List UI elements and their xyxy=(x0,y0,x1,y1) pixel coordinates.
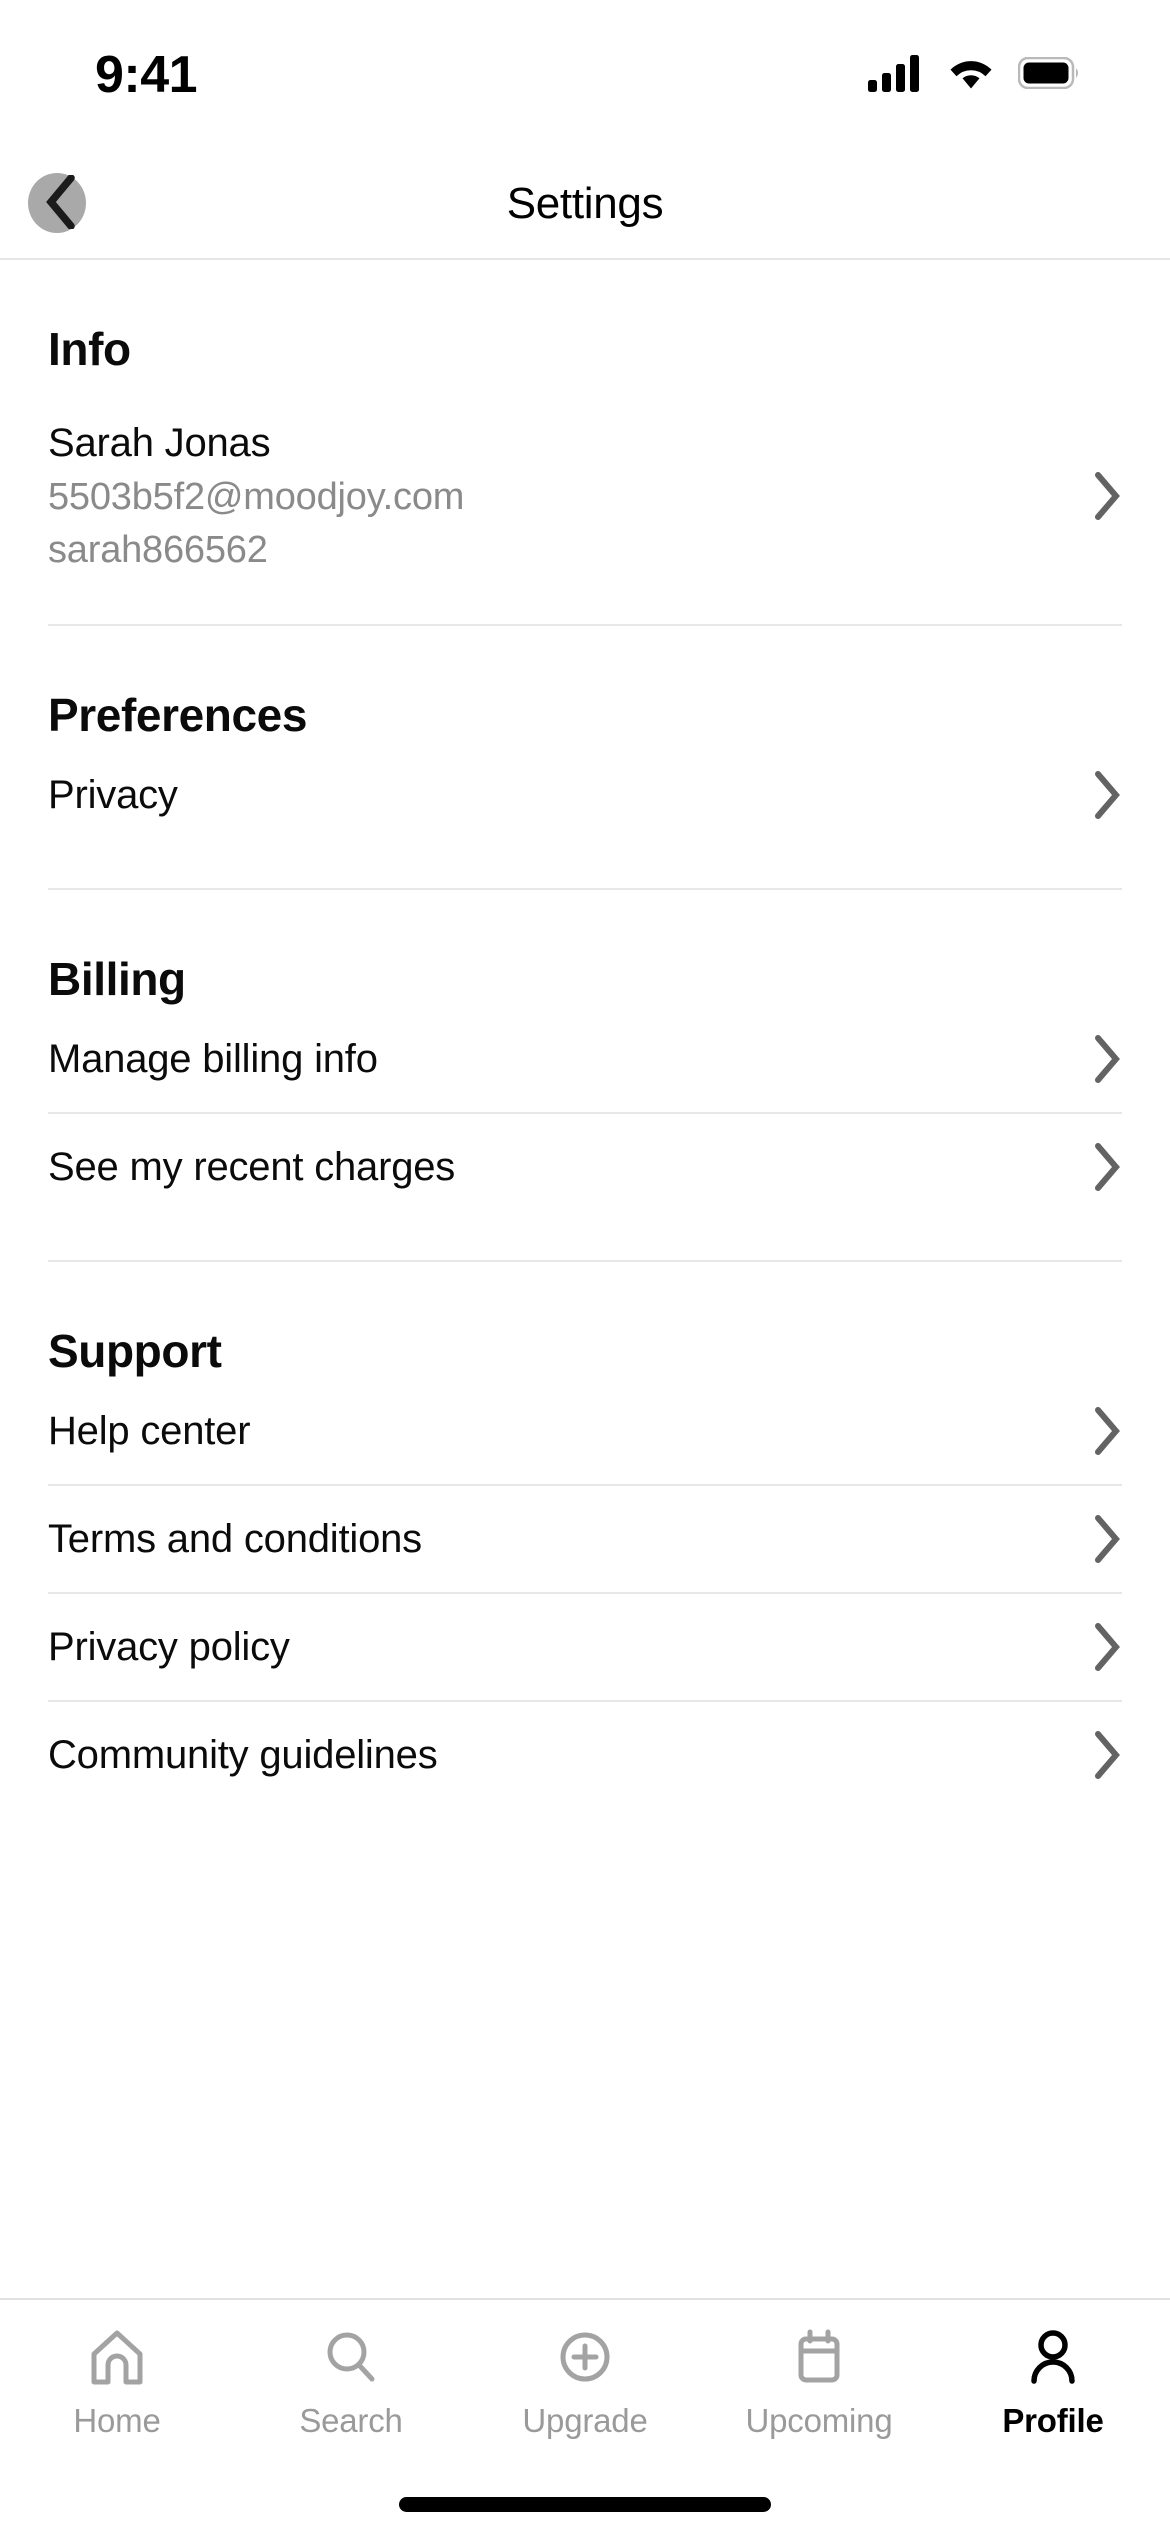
home-indicator-area xyxy=(0,2476,1170,2532)
plus-circle-icon xyxy=(554,2326,616,2388)
tab-profile[interactable]: Profile xyxy=(936,2326,1170,2440)
page-title: Settings xyxy=(506,179,664,228)
tab-upgrade[interactable]: Upgrade xyxy=(468,2326,702,2440)
profile-texts: Sarah Jonas 5503b5f2@moodjoy.com sarah86… xyxy=(48,418,464,574)
settings-row-privacy[interactable]: Privacy xyxy=(0,742,1170,848)
nav-header: Settings xyxy=(0,150,1170,260)
wifi-icon xyxy=(946,54,996,97)
back-button[interactable] xyxy=(28,173,88,235)
settings-row-privacy-policy[interactable]: Privacy policy xyxy=(0,1594,1170,1700)
chevron-left-icon xyxy=(44,173,78,234)
home-indicator[interactable] xyxy=(399,2496,771,2512)
section-title-billing: Billing xyxy=(48,953,186,1006)
settings-row-label: Manage billing info xyxy=(48,1036,378,1081)
section-divider xyxy=(48,624,1122,627)
tab-label: Home xyxy=(73,2402,161,2439)
settings-row-label: Privacy policy xyxy=(48,1624,290,1669)
tab-label: Upcoming xyxy=(745,2402,893,2439)
search-icon xyxy=(320,2326,382,2388)
settings-row-label: Privacy xyxy=(48,772,178,817)
home-icon xyxy=(86,2326,148,2388)
cellular-signal-icon xyxy=(868,54,924,97)
calendar-icon xyxy=(788,2326,850,2388)
section-divider xyxy=(48,1260,1122,1263)
person-icon xyxy=(1022,2326,1084,2388)
settings-list: Info Sarah Jonas 5503b5f2@moodjoy.com sa… xyxy=(0,260,1170,2298)
chevron-right-icon xyxy=(1092,1034,1122,1084)
chevron-right-icon xyxy=(1092,1622,1122,1672)
settings-row-help-center[interactable]: Help center xyxy=(0,1378,1170,1484)
tab-label: Search xyxy=(299,2402,403,2439)
tab-upcoming[interactable]: Upcoming xyxy=(702,2326,936,2440)
settings-row-label: See my recent charges xyxy=(48,1144,456,1189)
chevron-right-icon xyxy=(1092,1514,1122,1564)
tab-search[interactable]: Search xyxy=(234,2326,468,2440)
chevron-right-icon xyxy=(1092,770,1122,820)
status-time: 9:41 xyxy=(95,46,198,104)
settings-screen: 9:41 Settings Info Sarah Jonas 5503b5f2@… xyxy=(0,0,1170,2532)
bottom-tab-bar: Home Search Upgrade Upcoming Profile xyxy=(0,2298,1170,2476)
settings-row-label: Help center xyxy=(48,1408,251,1453)
battery-full-icon xyxy=(1017,56,1080,94)
tab-label: Profile xyxy=(1002,2402,1104,2439)
chevron-right-icon xyxy=(1092,1142,1122,1192)
settings-row-manage-billing-info[interactable]: Manage billing info xyxy=(0,1006,1170,1112)
section-divider xyxy=(48,888,1122,891)
profile-name: Sarah Jonas xyxy=(48,421,271,465)
profile-row[interactable]: Sarah Jonas 5503b5f2@moodjoy.com sarah86… xyxy=(0,376,1170,584)
status-bar: 9:41 xyxy=(0,0,1170,150)
tab-home[interactable]: Home xyxy=(0,2326,234,2440)
settings-row-terms-and-conditions[interactable]: Terms and conditions xyxy=(0,1486,1170,1592)
section-title-info: Info xyxy=(48,323,131,375)
profile-email: 5503b5f2@moodjoy.com xyxy=(48,476,465,519)
status-icons xyxy=(868,54,1080,97)
settings-row-see-my-recent-charges[interactable]: See my recent charges xyxy=(0,1114,1170,1220)
chevron-right-icon xyxy=(1092,1406,1122,1456)
settings-row-label: Terms and conditions xyxy=(48,1516,422,1561)
section-title-preferences: Preferences xyxy=(48,689,307,742)
settings-row-community-guidelines[interactable]: Community guidelines xyxy=(0,1702,1170,1808)
chevron-right-icon xyxy=(1092,471,1122,521)
settings-row-label: Community guidelines xyxy=(48,1732,438,1777)
chevron-right-icon xyxy=(1092,1730,1122,1780)
tab-label: Upgrade xyxy=(522,2402,648,2439)
section-title-support: Support xyxy=(48,1325,222,1378)
profile-username: sarah866562 xyxy=(48,528,268,571)
